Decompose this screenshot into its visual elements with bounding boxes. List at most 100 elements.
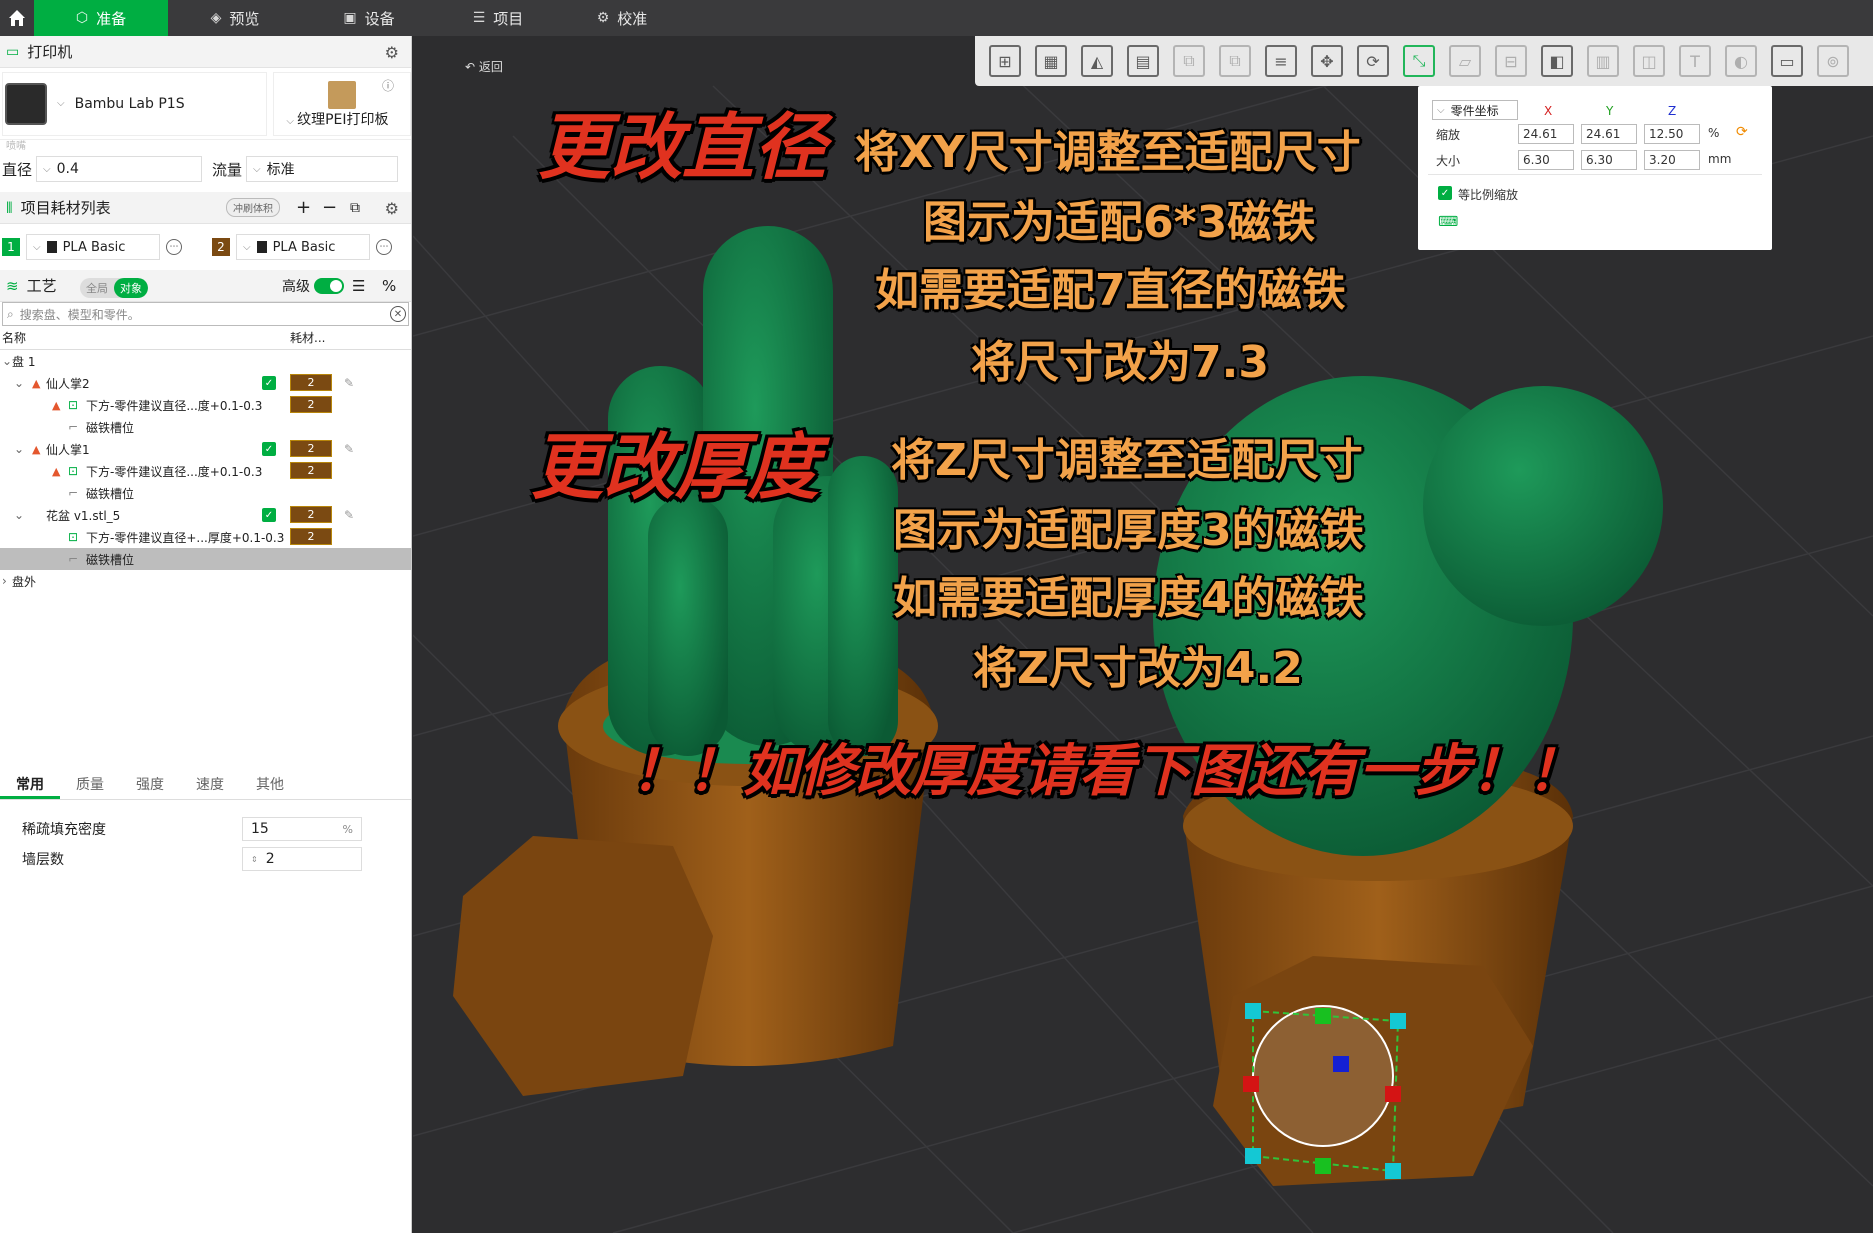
cactus-left-model[interactable] bbox=[453, 226, 938, 1096]
color-paint-icon[interactable]: ◐ bbox=[1725, 45, 1757, 77]
seg-object[interactable]: 对象 bbox=[114, 278, 148, 298]
edit-icon[interactable]: ✎ bbox=[344, 442, 354, 456]
tree-row[interactable]: ⌄ 花盆 v1.stl_5 ✓ ✎ 2 bbox=[0, 504, 411, 526]
boolean-icon[interactable]: ◧ bbox=[1541, 45, 1573, 77]
printer-selector[interactable]: ⌵ Bambu Lab P1S bbox=[2, 71, 268, 136]
paste-icon[interactable]: ⧉ bbox=[1219, 45, 1251, 77]
wall-loops-stepper[interactable]: ⇕ 2 bbox=[242, 847, 362, 871]
support-paint-icon[interactable]: ▥ bbox=[1587, 45, 1619, 77]
chevron-right-icon[interactable]: › bbox=[2, 574, 7, 588]
tree-row[interactable]: ▲ ⊡ 下方-零件建议直径...度+0.1-0.3 2 bbox=[0, 394, 411, 416]
filament-number[interactable]: 2 bbox=[290, 506, 332, 523]
size-x-input[interactable]: 6.30 bbox=[1518, 150, 1574, 170]
search-input[interactable]: ⌕ 搜索盘、模型和零件。 ✕ bbox=[2, 302, 409, 326]
infill-density-input[interactable]: 15% bbox=[242, 817, 362, 841]
gear-icon[interactable]: ⚙ bbox=[385, 199, 399, 218]
coordinate-select[interactable]: ⌵ 零件坐标 bbox=[1432, 100, 1518, 120]
filament-number[interactable]: 2 bbox=[290, 462, 332, 479]
tab-project[interactable]: ☰ 项目 bbox=[436, 0, 560, 36]
visible-checkbox[interactable]: ✓ bbox=[262, 508, 276, 522]
scale-x-input[interactable]: 24.61 bbox=[1518, 124, 1574, 144]
chevron-down-icon[interactable]: ⌄ bbox=[14, 442, 24, 456]
edit-icon[interactable]: ✎ bbox=[344, 508, 354, 522]
tree-row[interactable]: ⌐ 磁铁槽位 bbox=[0, 548, 411, 570]
filament-number[interactable]: 2 bbox=[290, 374, 332, 391]
plate-layout-icon[interactable]: ▤ bbox=[1127, 45, 1159, 77]
chevron-down-icon[interactable]: ⌄ bbox=[2, 354, 12, 368]
filament-number[interactable]: 2 bbox=[290, 440, 332, 457]
size-z-input[interactable]: 3.20 bbox=[1644, 150, 1700, 170]
chevron-down-icon[interactable]: ⌄ bbox=[14, 376, 24, 390]
tab-strength[interactable]: 强度 bbox=[120, 772, 180, 799]
rotate-icon[interactable]: ⟳ bbox=[1357, 45, 1389, 77]
cut-icon[interactable]: ⊟ bbox=[1495, 45, 1527, 77]
add-icon[interactable]: + bbox=[296, 197, 311, 218]
auto-orient-icon[interactable]: ◭ bbox=[1081, 45, 1113, 77]
back-button[interactable]: ↶ 返回 bbox=[465, 58, 503, 75]
remove-icon[interactable]: − bbox=[322, 197, 337, 218]
tab-calibrate[interactable]: ⚙ 校准 bbox=[560, 0, 684, 36]
tree-row[interactable]: › 盘外 bbox=[0, 570, 411, 592]
filament-select-1[interactable]: ⌵ PLA Basic bbox=[26, 234, 160, 260]
add-cube-icon[interactable]: ⊞ bbox=[989, 45, 1021, 77]
filament-select-2[interactable]: ⌵ PLA Basic bbox=[236, 234, 370, 260]
plate-selector[interactable]: ⓘ ⌵ 纹理PEI打印板 bbox=[273, 71, 411, 136]
tree-row[interactable]: ⌄ ▲ 仙人掌1 ✓ ✎ 2 bbox=[0, 438, 411, 460]
clear-icon[interactable]: ✕ bbox=[390, 306, 406, 322]
edit-icon[interactable]: ✎ bbox=[344, 376, 354, 390]
scale-z-input[interactable]: 12.50 bbox=[1644, 124, 1700, 144]
purge-volume-button[interactable]: 冲刷体积 bbox=[226, 198, 280, 217]
arrange-grid-icon[interactable]: ▦ bbox=[1035, 45, 1067, 77]
diameter-select[interactable]: ⌵ 0.4 bbox=[36, 156, 203, 182]
keyboard-icon[interactable]: ⌨ bbox=[1438, 214, 1458, 230]
home-button[interactable] bbox=[0, 0, 34, 36]
size-y-input[interactable]: 6.30 bbox=[1581, 150, 1637, 170]
tab-speed[interactable]: 速度 bbox=[180, 772, 240, 799]
flow-select[interactable]: ⌵ 标准 bbox=[246, 156, 399, 182]
filament-index-1: 1 bbox=[2, 238, 20, 256]
chevron-down-icon[interactable]: ⌄ bbox=[14, 508, 24, 522]
col-name[interactable]: 名称 bbox=[2, 329, 26, 346]
copy-icon[interactable]: ⧉ bbox=[1173, 45, 1205, 77]
layers-list-icon[interactable]: ≡ bbox=[1265, 45, 1297, 77]
tree-row[interactable]: ⊡ 下方-零件建议直径+...厚度+0.1-0.3 2 bbox=[0, 526, 411, 548]
more-icon[interactable]: ⋯ bbox=[376, 239, 392, 255]
tab-preview[interactable]: ◈ 预览 bbox=[168, 0, 302, 36]
filament-number[interactable]: 2 bbox=[290, 396, 332, 413]
more-icon[interactable]: ⋯ bbox=[166, 239, 182, 255]
col-filament[interactable]: 耗材... bbox=[290, 329, 325, 346]
tab-other[interactable]: 其他 bbox=[240, 772, 300, 799]
stepper-icon[interactable]: ⇕ bbox=[251, 855, 258, 864]
tree-row[interactable]: ⌐ 磁铁槽位 bbox=[0, 482, 411, 504]
tree-row[interactable]: ⌄ ▲ 仙人掌2 ✓ ✎ 2 bbox=[0, 372, 411, 394]
seg-global[interactable]: 全局 bbox=[80, 278, 114, 298]
gear-icon[interactable]: ⚙ bbox=[385, 43, 399, 62]
info-icon[interactable]: ⓘ bbox=[382, 77, 394, 94]
percent-icon[interactable]: % bbox=[382, 277, 396, 295]
visible-checkbox[interactable]: ✓ bbox=[262, 376, 276, 390]
scale-y-input[interactable]: 24.61 bbox=[1581, 124, 1637, 144]
tab-prepare[interactable]: ⬡ 准备 bbox=[34, 0, 168, 36]
visible-checkbox[interactable]: ✓ bbox=[262, 442, 276, 456]
tab-device[interactable]: ▣ 设备 bbox=[302, 0, 436, 36]
scale-icon[interactable]: ⤡ bbox=[1403, 45, 1435, 77]
3d-viewport[interactable]: ⊞ ▦ ◭ ▤ ⧉ ⧉ ≡ ✥ ⟳ ⤡ ▱ ⊟ ◧ ▥ ◫ T ◐ ▭ ⊚ ↶ … bbox=[413, 36, 1873, 1233]
sync-icon[interactable]: ⧉ bbox=[350, 200, 360, 216]
global-object-switch[interactable]: 全局 对象 bbox=[80, 278, 148, 298]
tab-quality[interactable]: 质量 bbox=[60, 772, 120, 799]
tab-common[interactable]: 常用 bbox=[0, 772, 60, 799]
lay-flat-icon[interactable]: ▱ bbox=[1449, 45, 1481, 77]
text-icon[interactable]: T bbox=[1679, 45, 1711, 77]
tree-row[interactable]: ⌐ 磁铁槽位 bbox=[0, 416, 411, 438]
advanced-toggle[interactable] bbox=[314, 278, 344, 294]
list-icon[interactable]: ☰ bbox=[352, 277, 365, 295]
filament-number[interactable]: 2 bbox=[290, 528, 332, 545]
tree-row[interactable]: ⌄ 盘 1 bbox=[0, 350, 411, 372]
measure-icon[interactable]: ▭ bbox=[1771, 45, 1803, 77]
tree-row[interactable]: ▲ ⊡ 下方-零件建议直径...度+0.1-0.3 2 bbox=[0, 460, 411, 482]
reset-icon[interactable]: ⟳ bbox=[1736, 124, 1748, 140]
seam-icon[interactable]: ◫ bbox=[1633, 45, 1665, 77]
assembly-icon[interactable]: ⊚ bbox=[1817, 45, 1849, 77]
uniform-scale-checkbox[interactable]: ✓ bbox=[1438, 186, 1452, 200]
move-icon[interactable]: ✥ bbox=[1311, 45, 1343, 77]
